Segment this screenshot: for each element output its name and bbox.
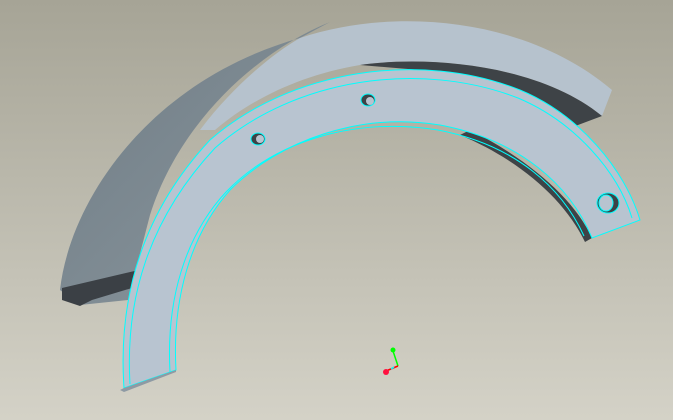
hole-2 xyxy=(360,93,376,107)
hole-1 xyxy=(250,132,266,146)
hole-3 xyxy=(596,192,620,214)
cad-3d-viewport[interactable] xyxy=(0,0,673,420)
